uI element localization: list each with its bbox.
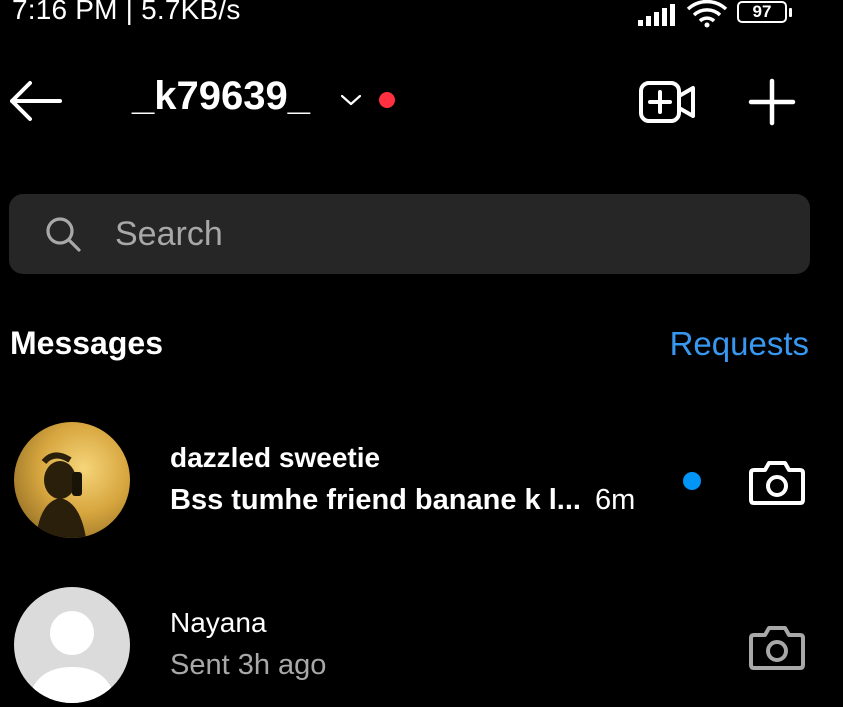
wifi-icon — [686, 0, 728, 28]
search-bar[interactable] — [9, 194, 810, 274]
battery-tip — [789, 8, 792, 17]
status-dot — [379, 92, 395, 108]
status-time-speed: 7:16 PM | 5.7KB/s — [12, 0, 241, 25]
avatar[interactable] — [14, 587, 130, 703]
avatar-image — [36, 452, 86, 538]
thread-preview: Bss tumhe friend banane k l... 6m — [170, 484, 635, 517]
thread-preview-text: Bss tumhe friend banane k l... — [170, 484, 581, 516]
thread-row[interactable]: Nayana Sent 3h ago — [0, 585, 843, 705]
camera-icon[interactable] — [748, 623, 806, 671]
battery-level: 97 — [752, 2, 772, 21]
requests-link[interactable]: Requests — [670, 325, 809, 363]
search-icon — [46, 217, 81, 252]
account-username[interactable]: _k79639_ — [132, 74, 310, 119]
back-arrow-icon[interactable] — [8, 80, 62, 122]
signal-icon — [638, 4, 675, 26]
camera-icon[interactable] — [748, 458, 806, 506]
header: _k79639_ — [0, 60, 843, 140]
thread-row[interactable]: dazzled sweetie Bss tumhe friend banane … — [0, 420, 843, 540]
status-bar: 7:16 PM | 5.7KB/s 97 — [0, 0, 843, 30]
chevron-down-icon[interactable] — [340, 93, 362, 107]
thread-time: 6m — [595, 484, 636, 516]
thread-name: Nayana — [170, 607, 267, 638]
new-message-plus-icon[interactable] — [748, 78, 796, 126]
unread-indicator — [683, 472, 701, 490]
search-input[interactable] — [115, 210, 715, 258]
battery-icon: 97 — [737, 1, 787, 23]
default-avatar-icon — [28, 611, 116, 703]
avatar[interactable] — [14, 422, 130, 538]
thread-preview: Sent 3h ago — [170, 649, 327, 681]
messages-heading: Messages — [10, 325, 163, 361]
new-video-chat-icon[interactable] — [638, 80, 696, 124]
thread-name: dazzled sweetie — [170, 442, 381, 473]
